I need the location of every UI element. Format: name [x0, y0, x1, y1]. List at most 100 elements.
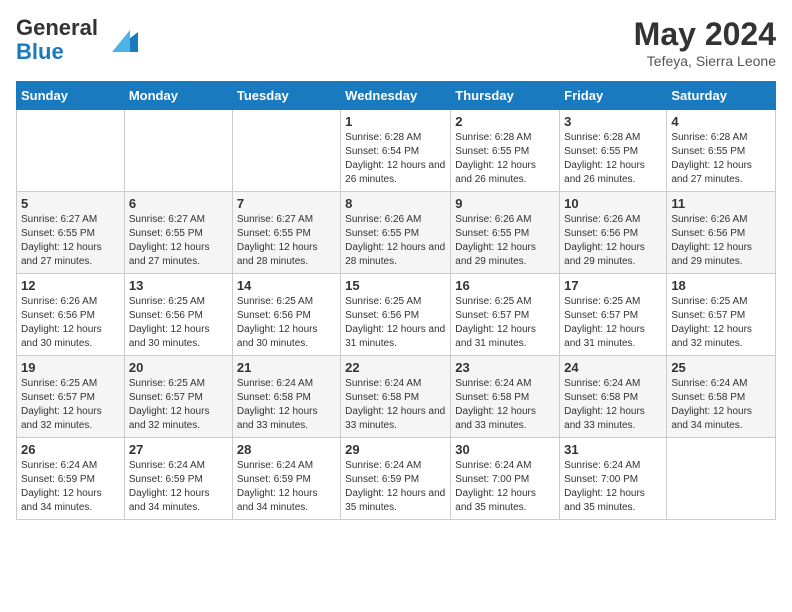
calendar-week-row: 19 Sunrise: 6:25 AM Sunset: 6:57 PM Dayli… [17, 356, 776, 438]
day-number: 9 [455, 196, 555, 211]
weekday-header-wednesday: Wednesday [341, 82, 451, 110]
calendar-cell: 21Sunrise: 6:24 AM Sunset: 6:58 PM Dayli… [232, 356, 340, 438]
day-number: 7 [237, 196, 336, 211]
calendar-cell: 4 Sunrise: 6:28 AM Sunset: 6:55 PM Daylig… [667, 110, 776, 192]
calendar-week-row: 26 Sunrise: 6:24 AM Sunset: 6:59 PM Dayli… [17, 438, 776, 520]
day-info: Sunrise: 6:24 AM Sunset: 6:59 PM Dayligh… [129, 459, 228, 515]
title-block: May 2024 Tefeya, Sierra Leone [634, 16, 776, 69]
day-number: 22 [345, 360, 446, 375]
weekday-header-row: SundayMondayTuesdayWednesdayThursdayFrid… [17, 82, 776, 110]
day-number: 19 [21, 360, 120, 375]
day-number: 6 [129, 196, 228, 211]
day-number: 26 [21, 442, 120, 457]
weekday-header-saturday: Saturday [667, 82, 776, 110]
day-info: Sunrise: 6:25 AM Sunset: 6:56 PM Dayligh… [345, 295, 446, 351]
day-number: 12 [21, 278, 120, 293]
day-info: Sunrise: 6:24 AM Sunset: 7:00 PM Dayligh… [455, 459, 555, 515]
day-number: 24 [564, 360, 662, 375]
day-info: Sunrise: 6:26 AM Sunset: 6:56 PM Dayligh… [671, 213, 771, 269]
calendar-cell: 2 Sunrise: 6:28 AM Sunset: 6:55 PM Daylig… [451, 110, 560, 192]
day-number: 1 [345, 114, 446, 129]
day-info: Sunrise: 6:25 AM Sunset: 6:57 PM Dayligh… [671, 295, 771, 351]
calendar-cell: 11 Sunrise: 6:26 AM Sunset: 6:56 PM Dayli… [667, 192, 776, 274]
calendar-cell: 17 Sunrise: 6:25 AM Sunset: 6:57 PM Dayli… [560, 274, 667, 356]
day-info: Sunrise: 6:24 AM Sunset: 6:58 PM Dayligh… [345, 377, 446, 433]
calendar-cell: 27 Sunrise: 6:24 AM Sunset: 6:59 PM Dayli… [124, 438, 232, 520]
day-number: 2 [455, 114, 555, 129]
day-info: Sunrise: 6:28 AM Sunset: 6:55 PM Dayligh… [455, 131, 555, 187]
day-info: Sunrise: 6:26 AM Sunset: 6:55 PM Dayligh… [345, 213, 446, 269]
day-number: 28 [237, 442, 336, 457]
weekday-header-friday: Friday [560, 82, 667, 110]
calendar-cell: 25 Sunrise: 6:24 AM Sunset: 6:58 PM Dayli… [667, 356, 776, 438]
day-info: Sunrise: 6:25 AM Sunset: 6:56 PM Dayligh… [237, 295, 336, 351]
calendar-cell: 12 Sunrise: 6:26 AM Sunset: 6:56 PM Dayli… [17, 274, 125, 356]
day-number: 13 [129, 278, 228, 293]
calendar-week-row: 1 Sunrise: 6:28 AM Sunset: 6:54 PM Daylig… [17, 110, 776, 192]
day-number: 10 [564, 196, 662, 211]
calendar-cell: 19Sunrise: 6:25 AM Sunset: 6:57 PM Dayli… [17, 356, 125, 438]
calendar-cell: 15 Sunrise: 6:25 AM Sunset: 6:56 PM Dayli… [341, 274, 451, 356]
day-number: 8 [345, 196, 446, 211]
calendar-cell: 1 Sunrise: 6:28 AM Sunset: 6:54 PM Daylig… [341, 110, 451, 192]
day-info: Sunrise: 6:27 AM Sunset: 6:55 PM Dayligh… [129, 213, 228, 269]
calendar-cell: 8 Sunrise: 6:26 AM Sunset: 6:55 PM Daylig… [341, 192, 451, 274]
day-number: 21 [237, 360, 336, 375]
calendar-cell: 16 Sunrise: 6:25 AM Sunset: 6:57 PM Dayli… [451, 274, 560, 356]
day-info: Sunrise: 6:24 AM Sunset: 7:00 PM Dayligh… [564, 459, 662, 515]
logo-icon [102, 22, 138, 58]
calendar-cell: 22 Sunrise: 6:24 AM Sunset: 6:58 PM Dayli… [341, 356, 451, 438]
weekday-header-sunday: Sunday [17, 82, 125, 110]
day-number: 16 [455, 278, 555, 293]
day-info: Sunrise: 6:24 AM Sunset: 6:58 PM Dayligh… [671, 377, 771, 433]
day-number: 29 [345, 442, 446, 457]
day-number: 5 [21, 196, 120, 211]
calendar-cell: 5Sunrise: 6:27 AM Sunset: 6:55 PM Daylig… [17, 192, 125, 274]
day-info: Sunrise: 6:24 AM Sunset: 6:59 PM Dayligh… [237, 459, 336, 515]
calendar-cell: 24 Sunrise: 6:24 AM Sunset: 6:58 PM Dayli… [560, 356, 667, 438]
day-number: 4 [671, 114, 771, 129]
calendar-cell: 3 Sunrise: 6:28 AM Sunset: 6:55 PM Daylig… [560, 110, 667, 192]
location-text: Tefeya, Sierra Leone [634, 53, 776, 69]
day-number: 23 [455, 360, 555, 375]
day-number: 27 [129, 442, 228, 457]
calendar-cell: 10 Sunrise: 6:26 AM Sunset: 6:56 PM Dayli… [560, 192, 667, 274]
day-info: Sunrise: 6:25 AM Sunset: 6:57 PM Dayligh… [455, 295, 555, 351]
calendar-cell [232, 110, 340, 192]
calendar-cell: 9 Sunrise: 6:26 AM Sunset: 6:55 PM Daylig… [451, 192, 560, 274]
calendar-cell: 29Sunrise: 6:24 AM Sunset: 6:59 PM Dayli… [341, 438, 451, 520]
day-info: Sunrise: 6:26 AM Sunset: 6:56 PM Dayligh… [564, 213, 662, 269]
logo-general-text: General [16, 15, 98, 40]
day-info: Sunrise: 6:24 AM Sunset: 6:59 PM Dayligh… [21, 459, 120, 515]
day-number: 17 [564, 278, 662, 293]
day-info: Sunrise: 6:24 AM Sunset: 6:58 PM Dayligh… [564, 377, 662, 433]
day-info: Sunrise: 6:28 AM Sunset: 6:55 PM Dayligh… [564, 131, 662, 187]
day-number: 14 [237, 278, 336, 293]
day-number: 25 [671, 360, 771, 375]
day-number: 20 [129, 360, 228, 375]
calendar-cell: 30Sunrise: 6:24 AM Sunset: 7:00 PM Dayli… [451, 438, 560, 520]
calendar-cell: 7Sunrise: 6:27 AM Sunset: 6:55 PM Daylig… [232, 192, 340, 274]
day-number: 11 [671, 196, 771, 211]
month-title: May 2024 [634, 16, 776, 53]
day-info: Sunrise: 6:26 AM Sunset: 6:56 PM Dayligh… [21, 295, 120, 351]
calendar-cell: 20 Sunrise: 6:25 AM Sunset: 6:57 PM Dayli… [124, 356, 232, 438]
day-number: 15 [345, 278, 446, 293]
calendar-cell: 28 Sunrise: 6:24 AM Sunset: 6:59 PM Dayli… [232, 438, 340, 520]
logo-blue-text: Blue [16, 39, 64, 64]
calendar-cell [17, 110, 125, 192]
day-info: Sunrise: 6:26 AM Sunset: 6:55 PM Dayligh… [455, 213, 555, 269]
calendar-cell: 31Sunrise: 6:24 AM Sunset: 7:00 PM Dayli… [560, 438, 667, 520]
day-info: Sunrise: 6:28 AM Sunset: 6:55 PM Dayligh… [671, 131, 771, 187]
calendar-week-row: 12 Sunrise: 6:26 AM Sunset: 6:56 PM Dayli… [17, 274, 776, 356]
day-info: Sunrise: 6:25 AM Sunset: 6:57 PM Dayligh… [129, 377, 228, 433]
day-info: Sunrise: 6:25 AM Sunset: 6:57 PM Dayligh… [564, 295, 662, 351]
weekday-header-monday: Monday [124, 82, 232, 110]
calendar-cell: 6 Sunrise: 6:27 AM Sunset: 6:55 PM Daylig… [124, 192, 232, 274]
calendar-cell: 14 Sunrise: 6:25 AM Sunset: 6:56 PM Dayli… [232, 274, 340, 356]
day-number: 3 [564, 114, 662, 129]
calendar-week-row: 5 Sunrise: 6:27 AM Sunset: 6:55 PM Daylig… [17, 192, 776, 274]
calendar-cell: 26 Sunrise: 6:24 AM Sunset: 6:59 PM Dayli… [17, 438, 125, 520]
page-header: General Blue May 2024 Tefeya, Sierra Leo… [16, 16, 776, 69]
day-info: Sunrise: 6:28 AM Sunset: 6:54 PM Dayligh… [345, 131, 446, 187]
